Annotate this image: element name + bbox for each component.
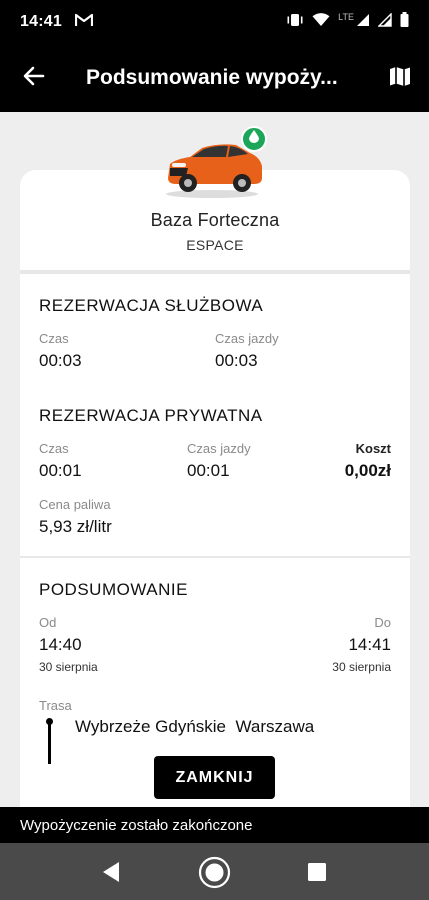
drop-icon [249,130,259,148]
business-title: REZERWACJA SŁUŻBOWA [39,296,264,315]
nav-back-icon[interactable] [101,861,121,888]
business-time-value: 00:03 [39,351,82,370]
status-icons: LTE [286,11,409,32]
route-text: Wybrzeże Gdyńskie Warszawa [75,717,315,736]
private-time-label: Czas [39,441,69,456]
route-label: Trasa [39,698,72,713]
cost-label: Koszt [355,441,391,456]
from-date: 30 sierpnia [39,660,98,674]
section-divider [20,556,410,558]
to-time: 14:41 [348,635,391,654]
from-label: Od [39,615,57,630]
business-drive-label: Czas jazdy [215,331,279,346]
signal-icon-2 [377,11,392,32]
arrow-back-icon [23,66,45,91]
business-time-label: Czas [39,331,69,346]
snackbar: Wypożyczenie zostało zakończone [0,807,429,843]
battery-icon [400,12,409,32]
nav-recent-icon[interactable] [307,862,327,887]
map-icon [389,65,411,92]
status-time: 14:41 [20,13,62,30]
vibrate-icon [286,13,304,32]
zone-name: Baza Forteczna [150,210,280,230]
to-label: Do [374,615,391,630]
map-button[interactable] [383,62,417,94]
signal-icon [356,13,370,32]
network-type: LTE [338,12,354,22]
cost-value: 0,00zł [344,461,391,480]
car-model: ESPACE [186,237,244,253]
page-title: Podsumowanie wypoży... [86,66,338,89]
back-button[interactable] [14,62,54,94]
status-bar: 14:41 LTE [0,0,429,44]
to-date: 30 sierpnia [332,660,391,674]
wifi-icon [312,12,330,32]
route-line [48,724,51,764]
private-drive-label: Czas jazdy [187,441,251,456]
system-nav-bar [0,843,429,900]
private-title: REZERWACJA PRYWATNA [39,406,263,425]
summary-title: PODSUMOWANIE [39,580,188,599]
summary-content[interactable]: Baza Forteczna ESPACE REZERWACJA SŁUŻBOW… [0,112,429,807]
business-drive-value: 00:03 [215,351,258,370]
gmail-icon [74,13,94,32]
fuel-label: Cena paliwa [39,497,111,512]
fuel-value: 5,93 zł/litr [39,517,112,536]
private-time-value: 00:01 [39,461,82,480]
app-bar: Podsumowanie wypoży... [0,44,429,112]
close-button[interactable]: ZAMKNIJ [154,756,275,799]
nav-home-icon[interactable] [198,856,231,894]
car-image [162,126,268,200]
eco-badge [241,126,267,152]
details-card: REZERWACJA SŁUŻBOWA Czas 00:03 Czas jazd… [20,274,410,807]
from-time: 14:40 [39,635,82,654]
private-drive-value: 00:01 [187,461,230,480]
